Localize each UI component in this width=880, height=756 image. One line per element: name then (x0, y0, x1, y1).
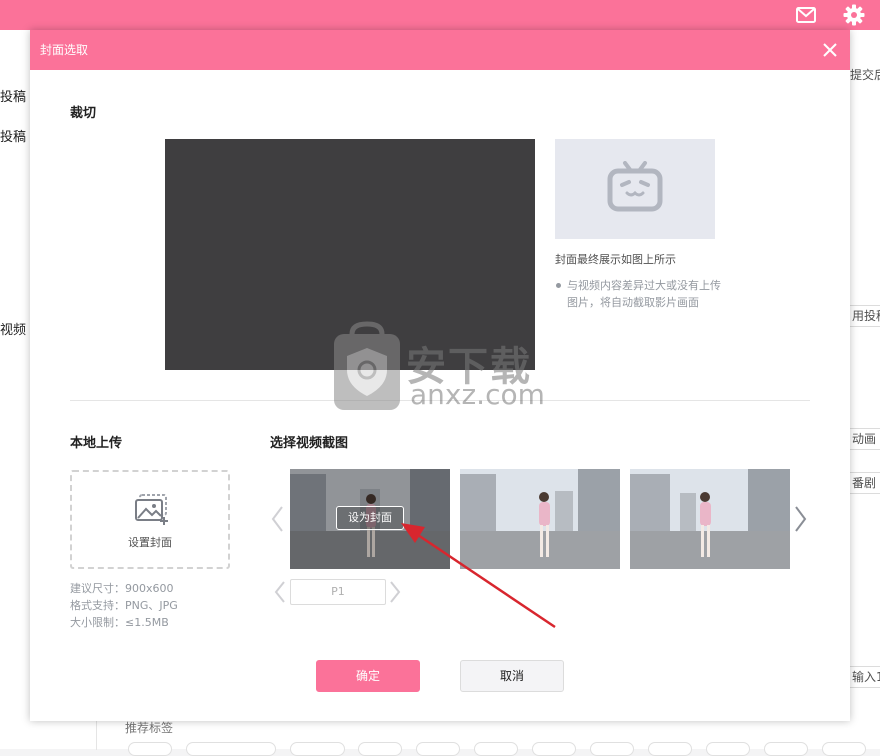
bg-tag-label: 推荐标签 (125, 721, 174, 735)
gear-icon[interactable] (843, 4, 865, 26)
watermark-shield-logo (330, 320, 404, 412)
dialog-title: 封面选取 (40, 43, 89, 57)
bg-sidebar-item[interactable]: 投稿 (0, 86, 26, 105)
bg-tag-pill[interactable] (358, 742, 402, 756)
mail-icon[interactable] (795, 5, 817, 25)
page-indicator[interactable]: P1 (290, 579, 386, 605)
preview-caption: 封面最终展示如图上所示 (555, 253, 676, 266)
bg-tag-pill[interactable] (822, 742, 866, 756)
video-thumbnail-2[interactable] (460, 469, 620, 569)
set-as-cover-button[interactable]: 设为封面 (336, 506, 404, 530)
spec-format: 格式支持：PNG、JPG (70, 599, 178, 612)
image-upload-icon (134, 493, 170, 527)
bg-right-text: 提交后 (850, 68, 880, 82)
spec-limit: 大小限制：≤1.5MB (70, 616, 169, 629)
bg-tag-pill[interactable] (532, 742, 576, 756)
bg-tag-pill[interactable] (590, 742, 634, 756)
bg-category-button[interactable]: 番剧 (847, 472, 880, 494)
bg-tag-pill[interactable] (648, 742, 692, 756)
crop-section-title: 裁切 (70, 106, 97, 121)
cancel-button[interactable]: 取消 (460, 660, 564, 692)
bg-tag-pill[interactable] (290, 742, 345, 756)
bg-right-input[interactable]: 输入10 (847, 666, 880, 688)
dialog-header: 封面选取 (30, 30, 850, 70)
video-frames-title: 选择视频截图 (270, 436, 349, 451)
local-upload-title: 本地上传 (70, 436, 123, 451)
close-icon[interactable] (820, 40, 840, 60)
bg-sidebar-item[interactable]: 投稿 (0, 126, 26, 145)
upload-cover-button[interactable]: 设置封面 (70, 470, 230, 569)
preview-note: 与视频内容差异过大或没有上传图片，将自动截取影片画面 (555, 277, 725, 311)
chevron-right-icon[interactable] (792, 504, 808, 538)
bg-tag-pill[interactable] (186, 742, 276, 756)
top-nav-bar (0, 0, 880, 30)
chevron-left-icon[interactable] (270, 504, 286, 538)
video-thumbnail-1[interactable]: 设为封面 (290, 469, 450, 569)
video-thumbnail-3[interactable] (630, 469, 790, 569)
bilibili-tv-icon (607, 161, 663, 217)
bg-tag-pill[interactable] (706, 742, 750, 756)
bg-tag-pill[interactable] (474, 742, 518, 756)
cover-preview (555, 139, 715, 239)
bg-sidebar-item[interactable]: 视频 (0, 319, 26, 338)
upload-cover-label: 设置封面 (128, 536, 172, 549)
bg-right-button[interactable]: 用投稿 (847, 305, 880, 327)
watermark-domain: anxz.com (410, 378, 545, 411)
chevron-left-icon[interactable] (273, 580, 287, 608)
bg-tag-pill[interactable] (128, 742, 172, 756)
chevron-right-icon[interactable] (388, 580, 402, 608)
bg-divider (96, 720, 97, 750)
confirm-button[interactable]: 确定 (316, 660, 420, 692)
spec-size: 建议尺寸：900x600 (70, 582, 174, 595)
bg-category-button[interactable]: 动画 (847, 428, 880, 450)
bg-tag-pill[interactable] (416, 742, 460, 756)
bg-tag-pill[interactable] (764, 742, 808, 756)
